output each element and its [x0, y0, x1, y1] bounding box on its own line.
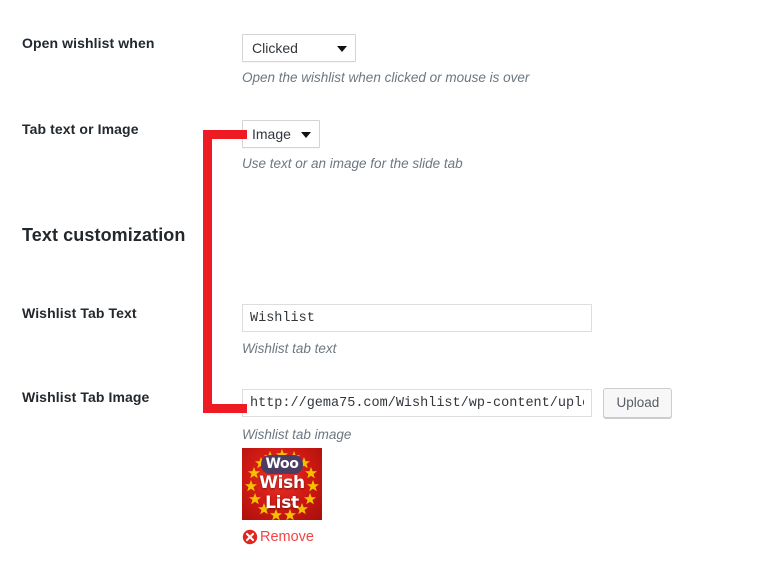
woo-wish-list-badge-image: Woo Wish List: [242, 448, 322, 520]
label-open-wishlist-when: Open wishlist when: [22, 34, 202, 52]
select-open-wishlist-when-value: Clicked: [252, 40, 298, 56]
wishlist-tab-image-preview: Woo Wish List: [242, 448, 322, 520]
wishlist-tab-image-input[interactable]: [242, 389, 592, 417]
control-tab-text-or-image: Image Use text or an image for the slide…: [242, 120, 463, 173]
label-tab-text-or-image: Tab text or Image: [22, 120, 202, 138]
remove-label: Remove: [260, 529, 314, 545]
helper-wishlist-tab-image: Wishlist tab image: [242, 426, 672, 444]
annotation-bracket-top: [203, 130, 247, 139]
upload-button[interactable]: Upload: [603, 388, 672, 418]
select-open-wishlist-when[interactable]: Clicked: [242, 34, 356, 62]
chevron-down-icon: [301, 132, 311, 138]
control-open-wishlist-when: Clicked Open the wishlist when clicked o…: [242, 34, 529, 87]
chevron-down-icon: [337, 46, 347, 52]
helper-tab-text-or-image: Use text or an image for the slide tab: [242, 155, 463, 173]
control-wishlist-tab-image: Upload Wishlist tab image: [242, 388, 672, 444]
remove-image-link[interactable]: Remove: [242, 529, 314, 545]
helper-open-wishlist-when: Open the wishlist when clicked or mouse …: [242, 69, 529, 87]
label-wishlist-tab-text: Wishlist Tab Text: [22, 304, 202, 322]
select-tab-text-or-image[interactable]: Image: [242, 120, 320, 148]
control-wishlist-tab-text: Wishlist tab text: [242, 304, 592, 358]
settings-form-page: Open wishlist when Clicked Open the wish…: [0, 0, 782, 567]
badge-text-woo: Woo: [261, 455, 303, 474]
annotation-bracket-vertical: [203, 130, 212, 413]
select-tab-text-or-image-value: Image: [252, 126, 291, 142]
badge-text-wish: Wish: [242, 473, 322, 493]
annotation-bracket-bottom: [203, 404, 247, 413]
remove-circle-icon: [242, 529, 258, 545]
section-heading-text-customization: Text customization: [22, 225, 185, 246]
helper-wishlist-tab-text: Wishlist tab text: [242, 340, 592, 358]
badge-text-list: List: [242, 493, 322, 513]
wishlist-tab-text-input[interactable]: [242, 304, 592, 332]
label-wishlist-tab-image: Wishlist Tab Image: [22, 388, 202, 406]
